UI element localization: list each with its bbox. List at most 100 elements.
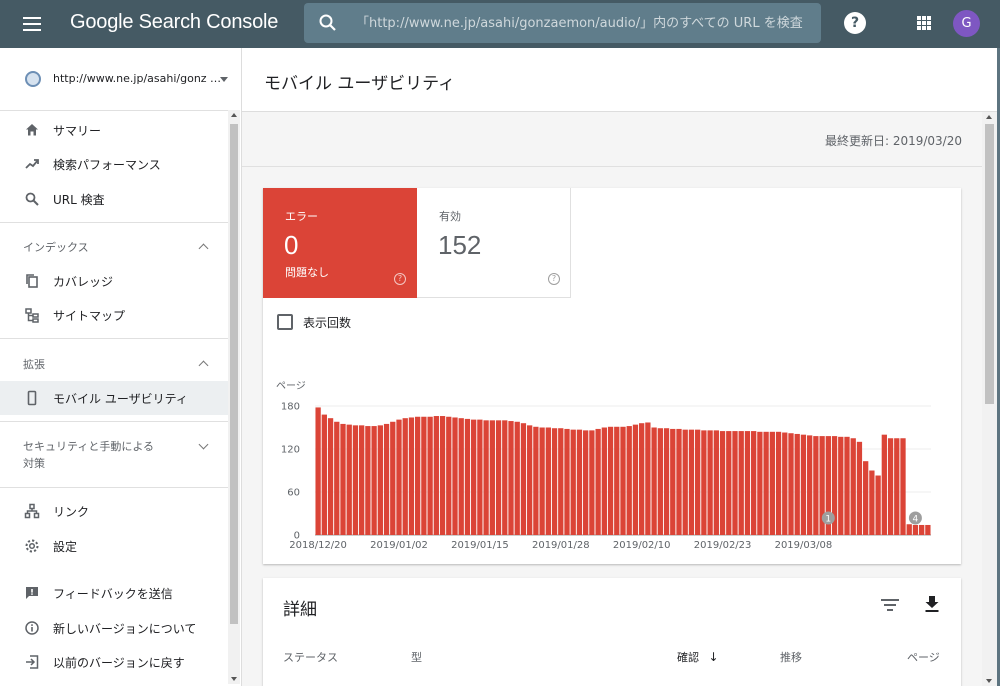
chart-bar[interactable] (489, 420, 495, 535)
sidebar-item-old-version[interactable]: 以前のバージョンに戻す (0, 645, 228, 679)
chart-bar[interactable] (402, 418, 408, 535)
sidebar-item-feedback[interactable]: フィードバックを送信 (0, 576, 228, 610)
chart-bar[interactable] (645, 422, 651, 535)
chart-bar[interactable] (377, 425, 383, 535)
chart-bar[interactable] (919, 524, 925, 535)
chart-bar[interactable] (352, 425, 359, 535)
search-input[interactable] (356, 3, 811, 43)
help-icon[interactable]: ? (548, 273, 560, 285)
chart-bar[interactable] (856, 441, 863, 535)
chart-bar[interactable] (651, 427, 657, 536)
chart-bar[interactable] (701, 430, 707, 535)
chart-bar[interactable] (551, 428, 558, 535)
chart-bar[interactable] (502, 420, 508, 535)
chevron-up-icon[interactable] (198, 360, 209, 371)
chart-bar[interactable] (327, 418, 334, 535)
sidebar-item-summary[interactable]: サマリー (0, 113, 228, 147)
chart-bar[interactable] (726, 431, 732, 535)
chart-bar[interactable] (794, 433, 800, 535)
chart-bar[interactable] (881, 434, 887, 535)
chart-bar[interactable] (396, 419, 402, 535)
chart-bar[interactable] (433, 416, 439, 535)
chart-bar[interactable] (514, 421, 520, 535)
annotation-label[interactable]: 1 (825, 515, 831, 525)
chart-bar[interactable] (838, 436, 844, 535)
chart-bar[interactable] (906, 524, 912, 535)
chart-bar[interactable] (850, 438, 856, 535)
chart-bar[interactable] (713, 430, 719, 535)
sidebar-item-sitemaps[interactable]: サイトマップ (0, 298, 228, 332)
error-tile[interactable]: エラー 0 問題なし ? (263, 188, 417, 298)
chart-bar[interactable] (458, 418, 464, 535)
section-header-index[interactable]: インデックス (23, 239, 89, 256)
account-avatar[interactable]: G (953, 10, 980, 37)
column-header-validation[interactable]: 確認 ↓ (677, 649, 719, 665)
column-header-status[interactable]: ステータス (283, 649, 338, 665)
scroll-down-arrow-icon[interactable] (231, 677, 237, 681)
chart-bar[interactable] (900, 438, 906, 535)
chart-bar[interactable] (564, 428, 570, 535)
chart-bar[interactable] (626, 426, 632, 535)
sidebar-scrollbar[interactable] (228, 110, 240, 684)
sidebar-item-mobile-usability[interactable]: モバイル ユーザビリティ (0, 381, 228, 415)
chart-bar[interactable] (520, 423, 527, 535)
annotation-label[interactable]: 4 (913, 515, 919, 525)
chart-bar[interactable] (695, 429, 701, 535)
chart-bar[interactable] (558, 428, 564, 535)
apps-grid-icon[interactable] (917, 16, 931, 30)
chart-bar[interactable] (875, 475, 881, 535)
impressions-checkbox[interactable]: 表示回数 (277, 313, 351, 331)
download-icon[interactable] (924, 595, 940, 613)
sort-arrow-down-icon[interactable]: ↓ (709, 650, 719, 664)
chart-bar[interactable] (421, 416, 427, 535)
chart-bar[interactable] (452, 417, 458, 535)
chart-bar[interactable] (620, 426, 626, 535)
chart-bar[interactable] (863, 461, 869, 535)
main-scrollbar[interactable] (982, 112, 997, 686)
chart-bar[interactable] (763, 431, 769, 535)
sidebar-item-coverage[interactable]: カバレッジ (0, 264, 228, 298)
chevron-down-icon[interactable] (198, 439, 209, 450)
chart-bar[interactable] (663, 428, 670, 535)
chart-bar[interactable] (782, 432, 788, 535)
chart-bar[interactable] (539, 427, 545, 536)
chart-bar[interactable] (887, 438, 894, 535)
chart-bar[interactable] (439, 416, 446, 535)
chart-bar[interactable] (495, 420, 502, 535)
valid-tile[interactable]: 有効 152 ? (417, 188, 571, 298)
chart-bar[interactable] (508, 421, 514, 535)
chart-bar[interactable] (682, 429, 688, 535)
column-header-pages[interactable]: ページ (907, 649, 940, 665)
chart-bar[interactable] (533, 426, 539, 535)
chart-bar[interactable] (738, 431, 744, 535)
chart-bar[interactable] (595, 428, 601, 535)
sidebar-item-new-version[interactable]: 新しいバージョンについて (0, 611, 228, 645)
section-header-enhancements[interactable]: 拡張 (23, 356, 45, 373)
chart-bar[interactable] (427, 416, 433, 535)
chart-bar[interactable] (844, 436, 850, 535)
chart-bar[interactable] (570, 429, 576, 535)
sidebar-item-url-inspection[interactable]: URL 検査 (0, 182, 228, 216)
chart-bar[interactable] (346, 424, 352, 535)
chart-bar[interactable] (676, 428, 682, 535)
chart-bar[interactable] (775, 431, 782, 535)
chart-bar[interactable] (751, 431, 757, 535)
chart-bar[interactable] (744, 431, 751, 535)
chart-bar[interactable] (614, 426, 620, 535)
chart-bar[interactable] (340, 423, 346, 535)
help-icon[interactable]: ? (394, 273, 406, 285)
chart-bar[interactable] (813, 436, 819, 535)
chart-bar[interactable] (807, 435, 813, 535)
chart-bar[interactable] (583, 430, 589, 535)
sidebar-item-performance[interactable]: 検索パフォーマンス (0, 147, 228, 181)
sidebar-item-links[interactable]: リンク (0, 494, 228, 528)
hamburger-menu-icon[interactable] (20, 12, 44, 36)
chart-bar[interactable] (670, 428, 676, 535)
checkbox-icon[interactable] (277, 314, 293, 330)
chart-bar[interactable] (632, 424, 639, 535)
chart-bar[interactable] (800, 434, 807, 535)
section-header-security[interactable]: セキュリティと手動による (23, 438, 154, 455)
column-header-type[interactable]: 型 (411, 649, 422, 665)
scrollbar-thumb[interactable] (985, 124, 994, 404)
chart-bar[interactable] (589, 430, 595, 535)
